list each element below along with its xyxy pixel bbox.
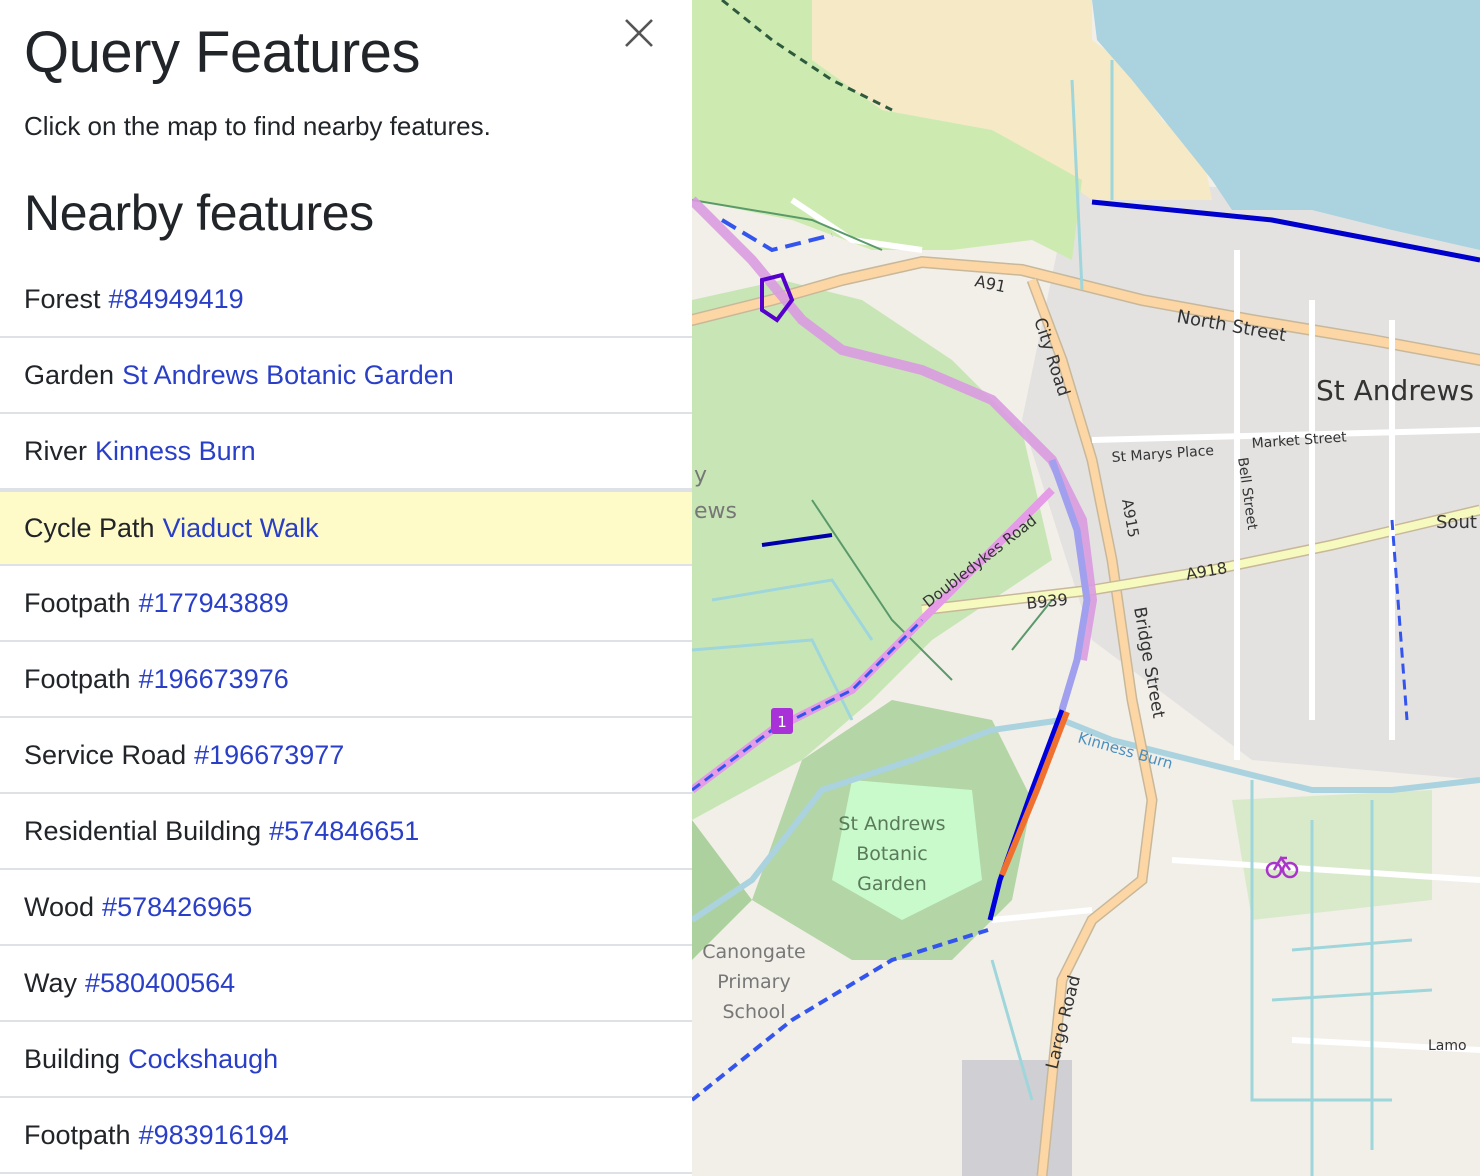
feature-list-item[interactable]: River Kinness Burn bbox=[0, 414, 692, 490]
partial-label-1: y bbox=[694, 463, 707, 488]
feature-type: Footpath bbox=[24, 1119, 131, 1150]
feature-list-item[interactable]: Forest #84949419 bbox=[0, 262, 692, 338]
feature-type: Way bbox=[24, 967, 77, 998]
school-label-3: School bbox=[722, 1001, 785, 1023]
feature-type: Service Road bbox=[24, 739, 187, 770]
feature-link[interactable]: #196673976 bbox=[139, 664, 289, 695]
park-east bbox=[1232, 790, 1432, 920]
botanic-garden-label-2: Botanic bbox=[856, 843, 928, 865]
route-1-shield: 1 bbox=[771, 708, 793, 734]
feature-link[interactable]: Viaduct Walk bbox=[163, 513, 319, 544]
feature-type: Residential Building bbox=[24, 815, 262, 846]
lamond-label: Lamo bbox=[1428, 1038, 1467, 1054]
feature-link[interactable]: #196673977 bbox=[194, 740, 344, 771]
feature-list-item[interactable]: Footpath #983916194 bbox=[0, 1098, 692, 1174]
feature-link[interactable]: #580400564 bbox=[85, 968, 235, 999]
feature-list: Forest #84949419 Garden St Andrews Botanic … bbox=[0, 262, 692, 1174]
map-view[interactable]: 1 St Andrews A91 North Street City Road … bbox=[692, 0, 1480, 1176]
feature-list-item[interactable]: Footpath #196673976 bbox=[0, 642, 692, 718]
feature-list-item[interactable]: Way #580400564 bbox=[0, 946, 692, 1022]
school-label-2: Primary bbox=[717, 971, 790, 993]
feature-list-item[interactable]: Garden St Andrews Botanic Garden bbox=[0, 338, 692, 414]
panel-hint: Click on the map to find nearby features… bbox=[24, 111, 491, 141]
feature-type: River bbox=[24, 435, 88, 466]
feature-type: Forest bbox=[24, 283, 101, 314]
feature-link[interactable]: Kinness Burn bbox=[95, 436, 256, 467]
map-canvas[interactable]: 1 St Andrews A91 North Street City Road … bbox=[692, 0, 1480, 1176]
feature-type: Wood bbox=[24, 891, 95, 922]
query-features-panel: Query Features Click on the map to find … bbox=[0, 0, 692, 1176]
partial-label-2: ews bbox=[694, 499, 737, 524]
feature-type: Cycle Path bbox=[24, 512, 155, 543]
feature-type: Building bbox=[24, 1043, 121, 1074]
feature-link[interactable]: #983916194 bbox=[139, 1120, 289, 1151]
feature-list-item[interactable]: Service Road #196673977 bbox=[0, 718, 692, 794]
panel-title: Query Features bbox=[24, 20, 420, 85]
feature-list-item[interactable]: Residential Building #574846651 bbox=[0, 794, 692, 870]
south-street-label: Sout bbox=[1436, 512, 1477, 533]
close-button[interactable] bbox=[620, 14, 658, 52]
feature-type: Garden bbox=[24, 359, 115, 390]
feature-link[interactable]: #177943889 bbox=[139, 588, 289, 619]
feature-list-item[interactable]: Cycle Path Viaduct Walk bbox=[0, 490, 692, 566]
feature-list-item[interactable]: Footpath #177943889 bbox=[0, 566, 692, 642]
feature-link[interactable]: #574846651 bbox=[269, 816, 419, 847]
botanic-garden-label-1: St Andrews bbox=[838, 813, 945, 835]
botanic-garden-label-3: Garden bbox=[857, 873, 927, 895]
feature-list-item[interactable]: Wood #578426965 bbox=[0, 870, 692, 946]
svg-text:1: 1 bbox=[777, 713, 787, 731]
feature-link[interactable]: St Andrews Botanic Garden bbox=[122, 360, 454, 391]
feature-link[interactable]: Cockshaugh bbox=[128, 1044, 278, 1075]
town-label: St Andrews bbox=[1316, 374, 1474, 407]
close-icon bbox=[625, 19, 653, 47]
feature-link[interactable]: #578426965 bbox=[102, 892, 252, 923]
feature-link[interactable]: #84949419 bbox=[109, 284, 244, 315]
nearby-features-heading: Nearby features bbox=[24, 185, 374, 241]
feature-type: Footpath bbox=[24, 663, 131, 694]
school-label-1: Canongate bbox=[702, 941, 805, 963]
feature-list-item[interactable]: Building Cockshaugh bbox=[0, 1022, 692, 1098]
feature-type: Footpath bbox=[24, 587, 131, 618]
